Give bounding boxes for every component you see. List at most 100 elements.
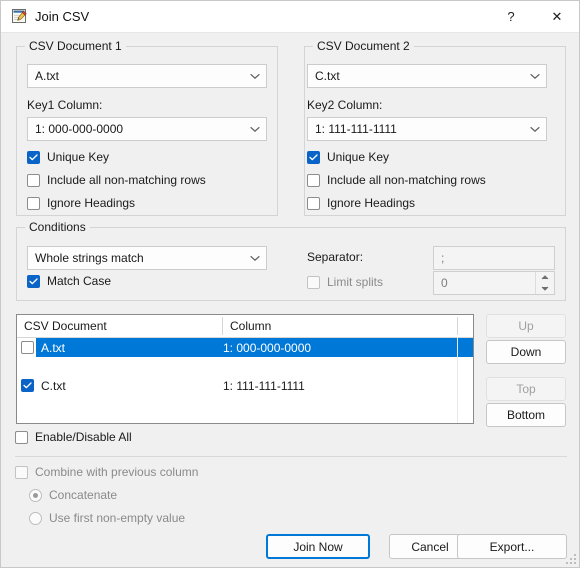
doc1-ignore-headings-checkbox[interactable]: Ignore Headings [27,196,135,210]
table-row[interactable]: A.txt 1: 000-000-0000 [17,338,473,357]
key2-column-label: Key2 Column: [307,98,383,112]
radio-dot-icon [29,511,42,525]
doc1-include-non-matching-checkbox[interactable]: Include all non-matching rows [27,173,206,187]
limit-splits-label: Limit splits [327,275,384,289]
key1-column-value: 1: 000-000-0000 [35,122,124,136]
csv-document-2-file-value: C.txt [315,69,340,83]
doc2-unique-key-label: Unique Key [327,150,390,164]
close-icon: ✕ [551,8,563,24]
move-top-label: Top [516,382,536,396]
export-button[interactable]: Export... [457,534,567,559]
column-divider [457,337,458,423]
doc2-ignore-headings-checkbox[interactable]: Ignore Headings [307,196,415,210]
limit-splits-checkbox[interactable]: Limit splits [307,275,383,289]
row-column-cell: 1: 111-111-1111 [223,378,305,393]
match-case-checkbox[interactable]: Match Case [27,274,111,288]
doc2-unique-key-checkbox[interactable]: Unique Key [307,150,389,164]
checkbox-box [307,275,320,289]
chevron-down-icon [524,73,546,80]
combine-with-previous-column-label: Combine with previous column [35,465,199,479]
radio-dot-icon [29,488,42,502]
move-top-button[interactable]: Top [486,377,566,401]
separator-label: Separator: [307,250,364,264]
row-document-cell: C.txt [41,378,66,393]
key2-column-value: 1: 111-111-1111 [315,122,397,136]
row-enable-checkbox[interactable] [21,341,34,354]
doc2-include-non-matching-checkbox[interactable]: Include all non-matching rows [307,173,486,187]
table-header-column[interactable]: Column [223,315,457,337]
enable-disable-all-label: Enable/Disable All [35,430,132,444]
resize-grip[interactable] [564,552,576,564]
checkbox-box [307,173,320,187]
checkbox-box [15,430,28,444]
radio-concatenate[interactable]: Concatenate [29,488,117,502]
csv-document-2-file-combobox[interactable]: C.txt [307,64,547,88]
doc1-unique-key-checkbox[interactable]: Unique Key [27,150,109,164]
joined-columns-table[interactable]: CSV Document Column A.txt 1: 000-000-000… [16,314,474,424]
row-enable-checkbox[interactable] [21,379,34,392]
limit-splits-spinner[interactable]: 0 [433,271,555,295]
help-button[interactable]: ? [489,1,533,32]
checkbox-box [27,196,40,210]
key1-column-combobox[interactable]: 1: 000-000-0000 [27,117,267,141]
combine-with-previous-column-checkbox[interactable]: Combine with previous column [15,465,198,479]
chevron-down-icon [524,126,546,133]
spinner-up-icon[interactable] [536,272,554,283]
section-divider [15,456,567,457]
key1-column-label: Key1 Column: [27,98,103,112]
table-header-csv-document[interactable]: CSV Document [17,315,222,337]
move-up-label: Up [518,319,534,333]
move-down-button[interactable]: Down [486,340,566,364]
notepad-pencil-icon [11,8,28,25]
doc1-include-non-matching-label: Include all non-matching rows [47,173,206,187]
doc1-unique-key-label: Unique Key [47,150,110,164]
spinner-buttons[interactable] [535,272,554,294]
export-label: Export... [489,539,535,554]
csv-document-1-file-combobox[interactable]: A.txt [27,64,267,88]
doc1-ignore-headings-label: Ignore Headings [47,196,136,210]
separator-value: ; [441,251,445,265]
enable-disable-all-checkbox[interactable]: Enable/Disable All [15,430,132,444]
move-bottom-button[interactable]: Bottom [486,403,566,427]
radio-use-first-non-empty-value-label: Use first non-empty value [49,511,186,525]
csv-document-1-file-value: A.txt [35,69,60,83]
limit-splits-value: 0 [441,276,448,290]
check-icon [27,274,40,288]
conditions-group-title: Conditions [25,220,90,234]
table-header-row: CSV Document Column [17,315,473,338]
move-down-label: Down [510,345,542,359]
match-case-label: Match Case [47,274,112,288]
doc2-include-non-matching-label: Include all non-matching rows [327,173,486,187]
window-title: Join CSV [35,9,90,24]
spinner-down-icon[interactable] [536,283,554,294]
title-bar: Join CSV ? ✕ [1,1,579,33]
csv-document-2-group-title: CSV Document 2 [313,39,414,53]
help-icon: ? [507,9,515,24]
close-button[interactable]: ✕ [535,1,579,32]
radio-use-first-non-empty-value[interactable]: Use first non-empty value [29,511,185,525]
check-icon [27,150,40,164]
chevron-down-icon [244,73,266,80]
cancel-label: Cancel [411,539,449,554]
checkbox-box [307,196,320,210]
chevron-down-icon [244,255,266,262]
csv-document-1-group-title: CSV Document 1 [25,39,126,53]
radio-concatenate-label: Concatenate [49,488,118,502]
match-mode-combobox[interactable]: Whole strings match [27,246,267,270]
table-header-spacer [458,315,473,337]
checkbox-box [15,465,28,479]
join-csv-dialog: Join CSV ? ✕ CSV Document 1 A.txt Key1 C… [0,0,580,568]
separator-input[interactable]: ; [433,246,555,270]
move-bottom-label: Bottom [506,408,545,422]
join-now-button[interactable]: Join Now [266,534,370,559]
checkbox-box [27,173,40,187]
doc2-ignore-headings-label: Ignore Headings [327,196,416,210]
table-row[interactable]: C.txt 1: 111-111-1111 [17,376,473,395]
check-icon [307,150,320,164]
row-document-cell: A.txt [41,340,66,355]
move-up-button[interactable]: Up [486,314,566,338]
key2-column-combobox[interactable]: 1: 111-111-1111 [307,117,547,141]
join-now-label: Join Now [293,539,343,554]
row-column-cell: 1: 000-000-0000 [223,340,312,355]
match-mode-value: Whole strings match [35,251,144,265]
